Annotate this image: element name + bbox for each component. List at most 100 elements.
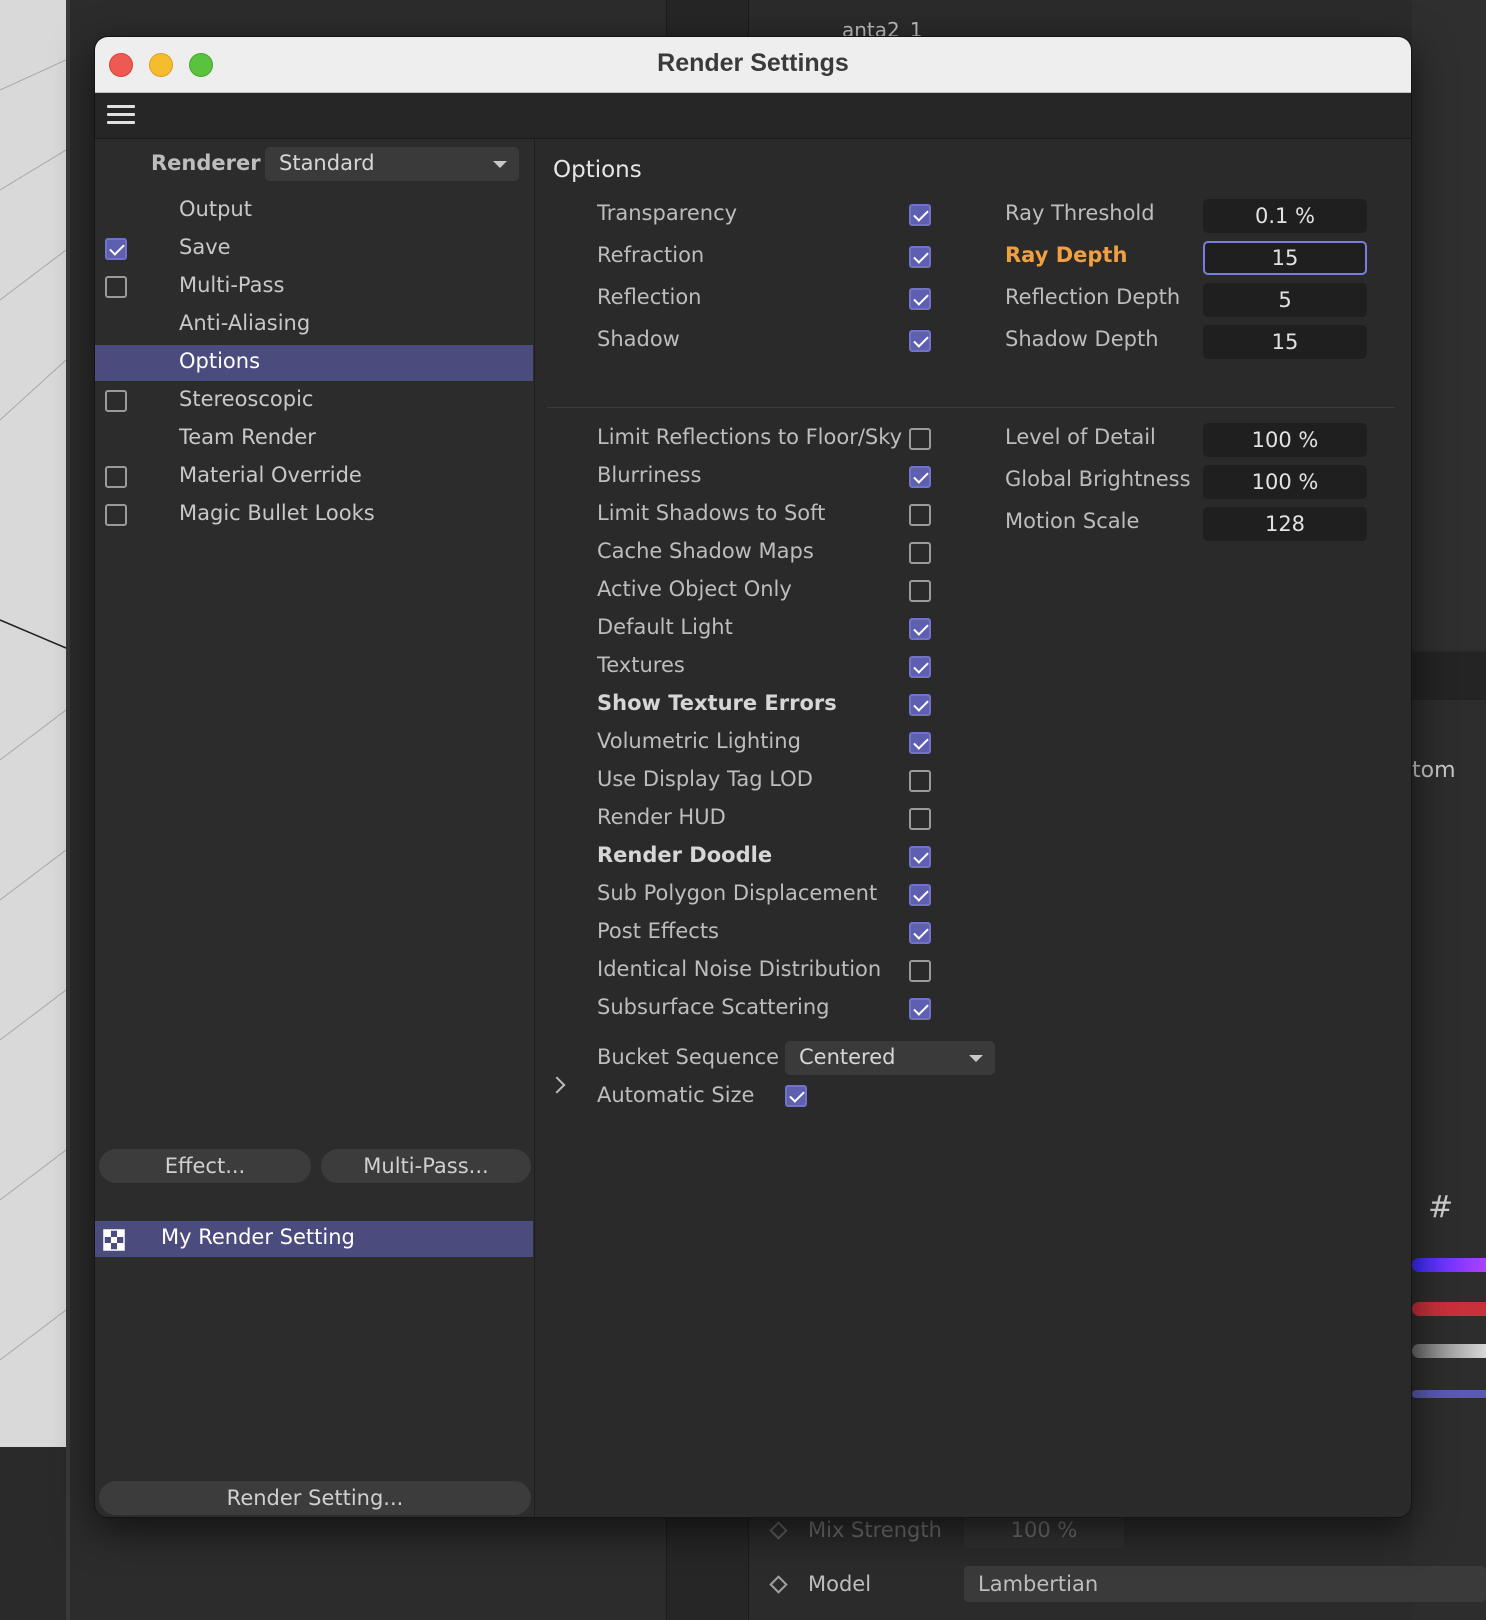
refraction-checkbox[interactable] [909, 246, 931, 268]
nav-item-magic-bullet-looks[interactable]: Magic Bullet Looks [95, 497, 533, 533]
hash-icon[interactable]: # [1428, 1190, 1453, 1225]
identical-noise-distribution-checkbox[interactable] [909, 960, 931, 982]
effect-button[interactable]: Effect... [99, 1149, 311, 1183]
render-setting-item[interactable]: My Render Setting [95, 1221, 533, 1257]
keyframe-diamond-icon[interactable] [769, 1521, 788, 1540]
blurriness-checkbox[interactable] [909, 466, 931, 488]
nav-item-label: Stereoscopic [179, 387, 314, 411]
transparency-checkbox[interactable] [909, 204, 931, 226]
shadow-depth-field[interactable]: 15 [1203, 325, 1367, 359]
nav-item-save[interactable]: Save [95, 231, 533, 267]
limit-shadows-to-soft-label: Limit Shadows to Soft [597, 501, 826, 525]
show-texture-errors-checkbox[interactable] [909, 694, 931, 716]
keyframe-diamond-icon[interactable] [769, 1575, 788, 1594]
color-gradient-bar[interactable] [1412, 1258, 1486, 1272]
blurriness-label: Blurriness [597, 463, 702, 487]
ray-threshold-field[interactable]: 0.1 % [1203, 199, 1367, 233]
settings-nav-pane: Renderer Standard Output Save Multi-Pass An… [95, 139, 535, 1517]
limit-reflections-to-floor-sky-label: Limit Reflections to Floor/Sky [597, 425, 903, 449]
nav-item-label: Anti-Aliasing [179, 311, 311, 335]
title-bar[interactable]: Render Settings [95, 37, 1411, 93]
nav-item-material-override[interactable]: Material Override [95, 459, 533, 495]
viewport-background [0, 0, 66, 1447]
bucket-sequence-dropdown[interactable]: Centered [785, 1041, 995, 1075]
chevron-down-icon [969, 1055, 983, 1062]
post-effects-label: Post Effects [597, 919, 719, 943]
nav-item-label: Material Override [179, 463, 362, 487]
model-dropdown[interactable]: Lambertian [964, 1566, 1486, 1602]
save-checkbox[interactable] [105, 238, 127, 260]
default-light-checkbox[interactable] [909, 618, 931, 640]
shadow-checkbox[interactable] [909, 330, 931, 352]
model-label: Model [808, 1572, 872, 1596]
shadow-depth-label: Shadow Depth [1005, 327, 1159, 351]
refraction-label: Refraction [597, 243, 705, 267]
chevron-right-icon[interactable] [548, 1076, 566, 1094]
renderer-row: Renderer Standard [95, 139, 535, 191]
hamburger-menu-icon[interactable] [107, 105, 135, 127]
cache-shadow-maps-label: Cache Shadow Maps [597, 539, 814, 563]
attribute-manager-background [1412, 700, 1486, 1620]
motion-scale-label: Motion Scale [1005, 509, 1140, 533]
active-object-only-checkbox[interactable] [909, 580, 931, 602]
nav-item-label: Options [179, 349, 261, 373]
bucket-sequence-value: Centered [799, 1045, 896, 1069]
render-hud-checkbox[interactable] [909, 808, 931, 830]
blue-slider-bar[interactable] [1412, 1390, 1486, 1398]
level-of-detail-field[interactable]: 100 % [1203, 423, 1367, 457]
nav-item-stereoscopic[interactable]: Stereoscopic [95, 383, 533, 419]
renderer-dropdown[interactable]: Standard [265, 147, 519, 181]
render-doodle-checkbox[interactable] [909, 846, 931, 868]
volumetric-lighting-checkbox[interactable] [909, 732, 931, 754]
renderer-value: Standard [279, 151, 375, 175]
automatic-size-checkbox[interactable] [785, 1085, 807, 1107]
sub-polygon-displacement-label: Sub Polygon Displacement [597, 881, 878, 905]
ray-threshold-label: Ray Threshold [1005, 201, 1155, 225]
nav-item-multi-pass[interactable]: Multi-Pass [95, 269, 533, 305]
nav-item-options[interactable]: Options [95, 345, 533, 381]
material-override-checkbox[interactable] [105, 466, 127, 488]
render-setting-button[interactable]: Render Setting... [99, 1481, 531, 1515]
multi-pass-checkbox[interactable] [105, 276, 127, 298]
ray-depth-field[interactable]: 15 [1203, 241, 1367, 275]
reflection-depth-field[interactable]: 5 [1203, 283, 1367, 317]
ray-depth-label: Ray Depth [1005, 243, 1128, 267]
brightness-slider[interactable] [1412, 1344, 1486, 1358]
limit-reflections-to-floor-sky-checkbox[interactable] [909, 428, 931, 450]
render-setting-icon [103, 1229, 125, 1251]
motion-scale-field[interactable]: 128 [1203, 507, 1367, 541]
global-brightness-field[interactable]: 100 % [1203, 465, 1367, 499]
right-panel-background [1412, 0, 1486, 650]
viewport-grid [0, 59, 66, 1361]
object-row[interactable]: anta2_1 [790, 0, 1390, 42]
shadow-label: Shadow [597, 327, 680, 351]
nav-item-output[interactable]: Output [95, 193, 533, 229]
limit-shadows-to-soft-checkbox[interactable] [909, 504, 931, 526]
model-row: Model Lambertian [750, 1562, 1486, 1608]
global-brightness-label: Global Brightness [1005, 467, 1191, 491]
reflection-checkbox[interactable] [909, 288, 931, 310]
sub-polygon-displacement-checkbox[interactable] [909, 884, 931, 906]
render-hud-label: Render HUD [597, 805, 726, 829]
render-doodle-label: Render Doodle [597, 843, 773, 867]
stereoscopic-checkbox[interactable] [105, 390, 127, 412]
cache-shadow-maps-checkbox[interactable] [909, 542, 931, 564]
render-settings-window: Render Settings Renderer Standard Output… [94, 36, 1412, 1518]
magic-bullet-looks-checkbox[interactable] [105, 504, 127, 526]
nav-item-team-render[interactable]: Team Render [95, 421, 533, 457]
attribute-tabbar [1412, 652, 1486, 700]
use-display-tag-lod-checkbox[interactable] [909, 770, 931, 792]
post-effects-checkbox[interactable] [909, 922, 931, 944]
mix-strength-label: Mix Strength [808, 1518, 942, 1542]
window-title: Render Settings [657, 49, 849, 77]
section-divider [547, 407, 1395, 408]
subsurface-scattering-checkbox[interactable] [909, 998, 931, 1020]
nav-item-anti-aliasing[interactable]: Anti-Aliasing [95, 307, 533, 343]
reflection-depth-label: Reflection Depth [1005, 285, 1181, 309]
renderer-label: Renderer [151, 151, 261, 175]
multi-pass-button[interactable]: Multi-Pass... [321, 1149, 531, 1183]
textures-checkbox[interactable] [909, 656, 931, 678]
subsurface-scattering-label: Subsurface Scattering [597, 995, 830, 1019]
color-red-bar[interactable] [1412, 1302, 1486, 1316]
bucket-sequence-label: Bucket Sequence [597, 1045, 780, 1069]
